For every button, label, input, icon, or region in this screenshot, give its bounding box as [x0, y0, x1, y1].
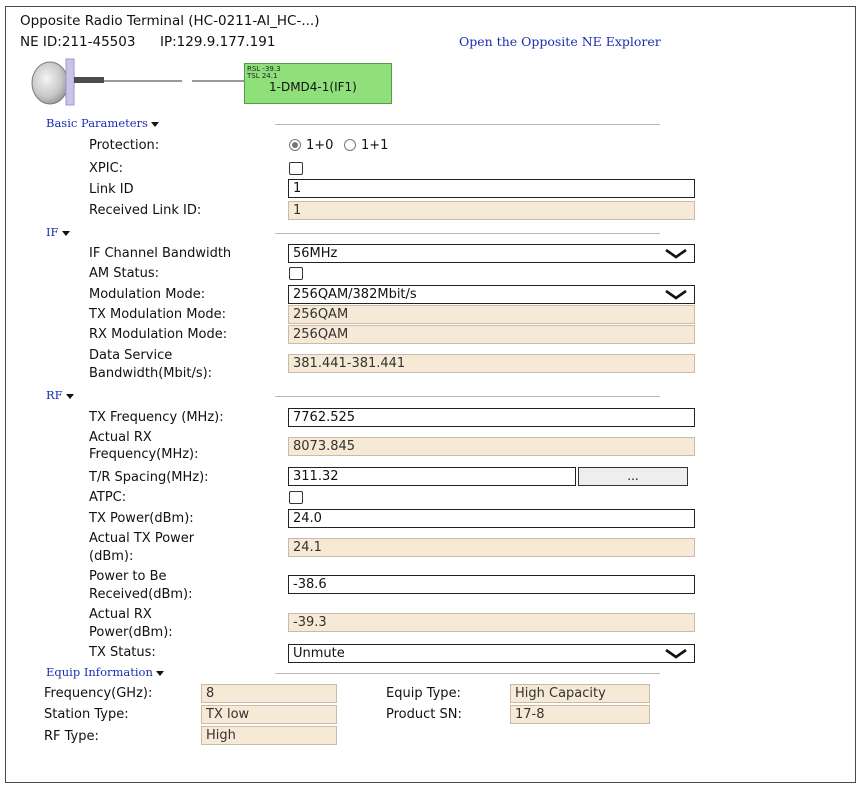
link-id-input[interactable]: 1 — [288, 179, 695, 198]
xpic-checkbox[interactable] — [289, 162, 303, 175]
station-type-label: Station Type: — [44, 707, 129, 722]
divider — [275, 396, 660, 397]
chevron-down-icon — [65, 393, 74, 399]
chevron-down-icon — [155, 670, 164, 676]
board-name: 1-DMD4-1(IF1) — [269, 80, 357, 94]
data-service-label-line1: Data Service — [89, 348, 173, 363]
actual-rx-power-label-line1: Actual RX — [89, 607, 152, 622]
tx-frequency-label: TX Frequency (MHz): — [89, 410, 224, 425]
section-equip-label: Equip Information — [46, 665, 153, 679]
tx-modulation-label: TX Modulation Mode: — [89, 307, 227, 322]
tsl-text: TSL 24.1 — [247, 72, 278, 80]
section-basic-label: Basic Parameters — [46, 116, 148, 130]
chevron-down-icon — [150, 121, 159, 127]
tx-power-input[interactable]: 24.0 — [288, 509, 695, 528]
protection-label: Protection: — [89, 138, 160, 153]
actual-rx-power-field: -39.3 — [288, 613, 695, 632]
antenna-icon — [22, 57, 244, 107]
product-sn-label: Product SN: — [386, 707, 462, 722]
modulation-mode-select[interactable]: 256QAM/382Mbit/s — [288, 285, 695, 304]
data-service-label-line2: Bandwidth(Mbit/s): — [89, 366, 213, 381]
actual-tx-power-field: 24.1 — [288, 538, 695, 557]
protection-1plus1-radio[interactable] — [344, 139, 356, 151]
actual-rx-frequency-label-line2: Frequency(MHz): — [89, 447, 199, 462]
equip-type-field: High Capacity — [510, 684, 650, 703]
rx-modulation-field: 256QAM — [288, 325, 695, 344]
actual-rx-frequency-field: 8073.845 — [288, 437, 695, 456]
tr-spacing-browse-button[interactable]: ... — [578, 467, 688, 486]
tx-frequency-input[interactable]: 7762.525 — [288, 408, 695, 427]
actual-rx-frequency-label-line1: Actual RX — [89, 430, 152, 445]
section-basic-parameters[interactable]: Basic Parameters — [46, 116, 159, 130]
protection-1plus0-radio[interactable] — [289, 139, 301, 151]
data-service-bandwidth-field: 381.441-381.441 — [288, 354, 695, 373]
rx-modulation-label: RX Modulation Mode: — [89, 327, 228, 342]
if-bandwidth-select[interactable]: 56MHz — [288, 244, 695, 263]
opposite-terminal-title: Opposite Radio Terminal (HC-0211-AI_HC-.… — [20, 13, 320, 29]
rf-type-field: High — [201, 726, 337, 745]
atpc-label: ATPC: — [89, 490, 127, 505]
received-link-id-field: 1 — [288, 201, 695, 220]
if-bandwidth-label: IF Channel Bandwidth — [89, 246, 232, 261]
actual-rx-power-label-line2: Power(dBm): — [89, 625, 173, 640]
tr-spacing-label: T/R Spacing(MHz): — [89, 470, 209, 485]
xpic-label: XPIC: — [89, 161, 124, 176]
rf-type-label: RF Type: — [44, 729, 99, 744]
open-opposite-ne-explorer-link[interactable]: Open the Opposite NE Explorer — [459, 34, 661, 49]
power-to-be-received-label-line1: Power to Be — [89, 569, 167, 584]
tx-modulation-field: 256QAM — [288, 305, 695, 324]
frequency-ghz-label: Frequency(GHz): — [44, 686, 153, 701]
divider — [275, 673, 660, 674]
link-id-label: Link ID — [89, 182, 134, 197]
station-type-field: TX low — [201, 705, 337, 724]
chevron-down-icon — [665, 248, 687, 259]
section-rf[interactable]: RF — [46, 388, 74, 402]
tx-power-label: TX Power(dBm): — [89, 511, 194, 526]
tr-spacing-input[interactable]: 311.32 — [288, 467, 576, 486]
product-sn-field: 17-8 — [510, 705, 650, 724]
section-if-label: IF — [46, 225, 59, 239]
ne-id: NE ID:211-45503 — [20, 34, 136, 50]
actual-tx-power-label-line1: Actual TX Power — [89, 531, 195, 546]
actual-tx-power-label-line2: (dBm): — [89, 549, 134, 564]
dmd-board[interactable]: RSL -39.3 TSL 24.1 1-DMD4-1(IF1) — [244, 63, 392, 104]
ne-ip: IP:129.9.177.191 — [160, 34, 276, 50]
protection-1plus1-label: 1+1 — [361, 138, 389, 153]
chevron-down-icon — [61, 230, 70, 236]
section-equip-information[interactable]: Equip Information — [46, 665, 164, 679]
power-to-be-received-input[interactable]: -38.6 — [288, 575, 695, 594]
if-bandwidth-value: 56MHz — [293, 246, 338, 261]
modulation-mode-label: Modulation Mode: — [89, 287, 206, 302]
tx-status-select[interactable]: Unmute — [288, 644, 695, 663]
am-status-checkbox[interactable] — [289, 267, 303, 280]
frequency-ghz-field: 8 — [201, 684, 337, 703]
power-to-be-received-label-line2: Received(dBm): — [89, 587, 193, 602]
equip-type-label: Equip Type: — [386, 686, 461, 701]
protection-1plus0-label: 1+0 — [306, 138, 334, 153]
chevron-down-icon — [665, 648, 687, 659]
section-if[interactable]: IF — [46, 225, 70, 239]
tx-status-label: TX Status: — [89, 645, 156, 660]
tx-status-value: Unmute — [293, 646, 345, 661]
divider — [275, 233, 660, 234]
received-link-id-label: Received Link ID: — [89, 203, 202, 218]
section-rf-label: RF — [46, 388, 63, 402]
am-status-label: AM Status: — [89, 266, 160, 281]
chevron-down-icon — [665, 289, 687, 300]
modulation-mode-value: 256QAM/382Mbit/s — [293, 287, 417, 302]
atpc-checkbox[interactable] — [289, 491, 303, 504]
divider — [275, 124, 660, 125]
